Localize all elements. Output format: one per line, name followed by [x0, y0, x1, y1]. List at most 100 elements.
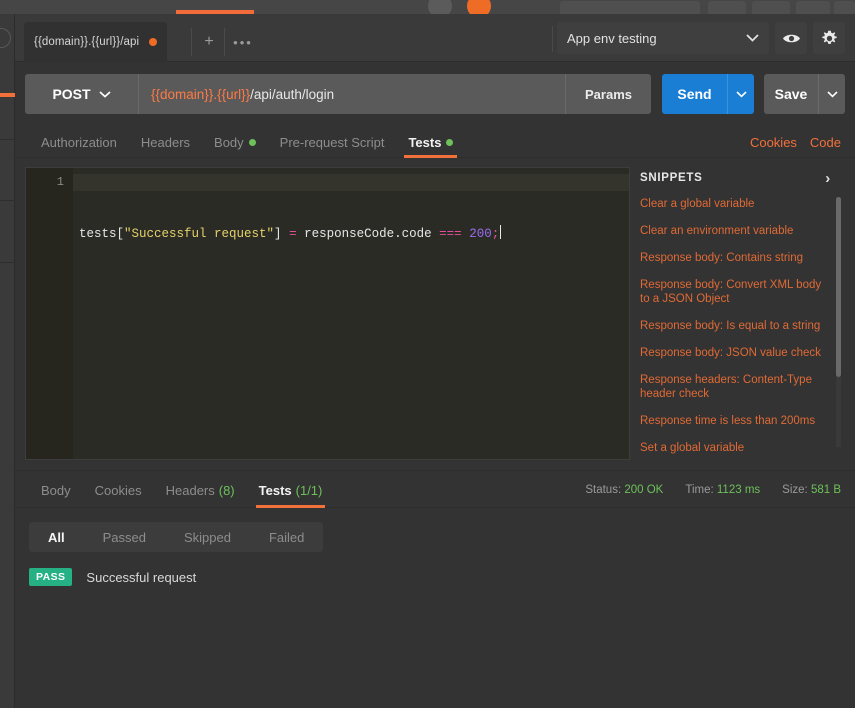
snippet-item[interactable]: Clear a global variable [640, 197, 829, 211]
url-variable-domain: {{domain}} [151, 86, 214, 102]
send-options-button[interactable] [727, 74, 754, 114]
code-token-responsecode: responseCode.code [304, 227, 432, 241]
response-tab-cookies[interactable]: Cookies [83, 473, 154, 507]
toolbar-button-3[interactable] [752, 1, 790, 14]
request-section-tabs: Authorization Headers Body Pre-request S… [15, 124, 855, 158]
test-result-name: Successful request [86, 569, 197, 585]
editor-text-caret [500, 225, 502, 239]
tab-body[interactable]: Body [202, 127, 268, 157]
response-time: Time: 1123 ms [685, 484, 760, 496]
filter-all[interactable]: All [29, 522, 84, 552]
send-button[interactable]: Send [662, 74, 727, 114]
snippets-scrollbar[interactable] [836, 197, 841, 447]
response-tab-body-label: Body [41, 482, 71, 498]
status-badge: PASS [29, 568, 73, 586]
snippets-scrollbar-thumb[interactable] [836, 197, 841, 377]
app-top-toolbar [0, 0, 855, 14]
response-tab-tests[interactable]: Tests (1/1) [247, 473, 335, 508]
chevron-down-icon [98, 90, 111, 98]
tab-tests-label: Tests [408, 134, 442, 150]
tab-pre-request-script-label: Pre-request Script [279, 134, 385, 150]
env-area-divider [552, 26, 553, 52]
snippet-item[interactable]: Set a global variable [640, 441, 829, 455]
filter-skipped[interactable]: Skipped [165, 522, 250, 552]
code-link[interactable]: Code [810, 135, 841, 150]
send-button-group: Send [662, 74, 754, 124]
snippet-item[interactable]: Response body: Convert XML body to a JSO… [640, 278, 829, 306]
tab-authorization[interactable]: Authorization [29, 127, 129, 157]
eye-icon [782, 32, 801, 45]
params-button[interactable]: Params [565, 74, 651, 114]
snippet-item[interactable]: Response body: JSON value check [640, 346, 829, 360]
tab-options-button[interactable]: ••• [225, 22, 261, 62]
snippets-header: SNIPPETS › [640, 167, 845, 189]
request-url-input[interactable]: {{domain}}. {{url}}/api/auth/login [138, 74, 565, 114]
response-tab-tests-count: (1/1) [295, 482, 323, 498]
snippet-item[interactable]: Response time is less than 200ms [640, 414, 829, 428]
environment-settings-button[interactable] [813, 22, 845, 54]
snippet-item[interactable]: Response headers: Content-Type header ch… [640, 373, 829, 401]
request-tab[interactable]: {{domain}}.{{url}}/api [24, 22, 167, 62]
notification-badge-icon[interactable] [467, 0, 491, 14]
environment-area: App env testing [557, 22, 845, 54]
response-tab-headers-label: Headers [165, 482, 215, 498]
response-tab-headers[interactable]: Headers (8) [154, 473, 247, 507]
sidebar-active-marker [0, 93, 15, 97]
save-options-button[interactable] [818, 74, 845, 114]
tests-editor-zone: 1 tests["Successful request"] = response… [15, 158, 855, 470]
url-variable-url: {{url}} [217, 86, 251, 102]
code-token-assign: = [289, 227, 297, 241]
snippet-item[interactable]: Response body: Contains string [640, 251, 829, 265]
response-size: Size: 581 B [782, 484, 841, 496]
response-time-label: Time: [685, 484, 714, 496]
editor-code-area[interactable]: tests["Successful request"] = responseCo… [73, 168, 629, 459]
response-status-value: 200 OK [624, 484, 664, 496]
avatar-placeholder-icon[interactable] [428, 0, 452, 14]
url-path-text: /api/auth/login [250, 86, 335, 102]
tab-tests[interactable]: Tests [396, 127, 465, 158]
save-button[interactable]: Save [764, 74, 818, 114]
save-button-group: Save [764, 74, 845, 124]
editor-code-line: tests["Successful request"] = responseCo… [79, 225, 629, 243]
request-url-row: POST {{domain}}. {{url}}/api/auth/login P… [15, 62, 855, 124]
filter-passed[interactable]: Passed [84, 522, 165, 552]
response-tab-body[interactable]: Body [29, 473, 83, 507]
request-right-links: Cookies Code [750, 127, 841, 157]
toolbar-button-1[interactable] [560, 1, 700, 14]
main-content: {{domain}}.{{url}}/api + ••• App env tes… [15, 14, 855, 708]
chevron-right-icon[interactable]: › [825, 170, 831, 187]
new-tab-button[interactable]: + [193, 22, 225, 62]
editor-active-line-highlight [73, 174, 629, 191]
environment-selector[interactable]: App env testing [557, 22, 769, 54]
snippet-item[interactable]: Clear an environment variable [640, 224, 829, 238]
toolbar-button-5[interactable] [834, 1, 855, 14]
response-meta: Status: 200 OK Time: 1123 ms Size: 581 B [585, 473, 841, 507]
chevron-down-icon [746, 34, 759, 42]
response-status: Status: 200 OK [585, 484, 663, 496]
sidebar-divider [0, 200, 15, 201]
sidebar-divider [0, 262, 15, 263]
tab-authorization-label: Authorization [41, 134, 117, 150]
http-method-selector[interactable]: POST [25, 74, 138, 114]
cookies-link[interactable]: Cookies [750, 135, 797, 150]
collapse-handle-icon[interactable] [0, 28, 11, 48]
sidebar-divider [0, 139, 15, 140]
tab-tests-filled-dot-icon [446, 138, 454, 146]
unsaved-changes-dot-icon [149, 38, 157, 46]
snippet-item[interactable]: Response body: Is equal to a string [640, 319, 829, 333]
tab-pre-request-script[interactable]: Pre-request Script [268, 127, 397, 157]
tab-headers[interactable]: Headers [129, 127, 202, 157]
tests-code-editor[interactable]: 1 tests["Successful request"] = response… [25, 167, 630, 460]
editor-line-number: 1 [56, 175, 64, 189]
code-token-string: "Successful request" [124, 227, 275, 241]
tab-headers-label: Headers [140, 134, 191, 150]
response-size-label: Size: [782, 484, 808, 496]
toolbar-button-4[interactable] [796, 1, 830, 14]
code-token-number: 200 [469, 227, 492, 241]
toolbar-button-2[interactable] [708, 1, 746, 14]
environment-quick-look-button[interactable] [775, 22, 807, 54]
left-sidebar-rail [0, 14, 15, 708]
request-tab-title: {{domain}}.{{url}}/api [34, 36, 140, 48]
tab-separator [191, 28, 192, 56]
filter-failed[interactable]: Failed [250, 522, 323, 552]
